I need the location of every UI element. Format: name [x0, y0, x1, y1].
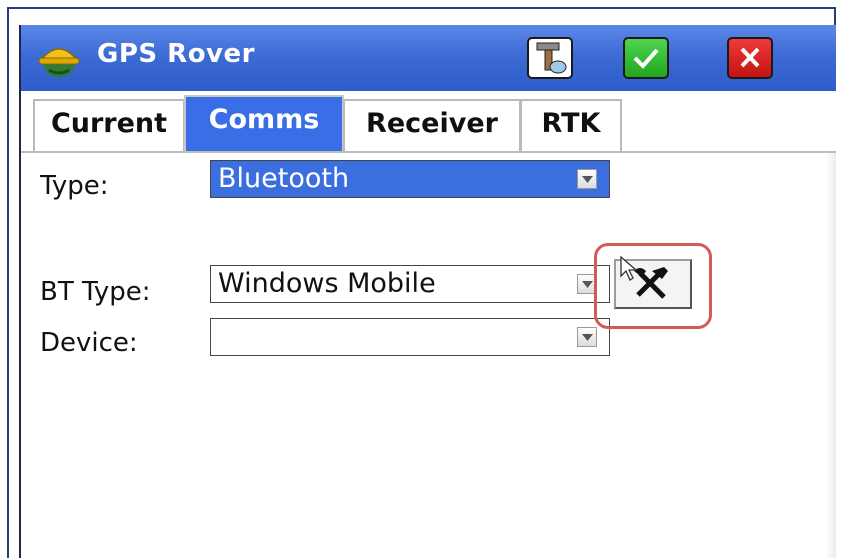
tab-divider	[21, 151, 836, 153]
window-edge	[826, 153, 836, 558]
type-value: Bluetooth	[218, 163, 350, 194]
type-label: Type:	[40, 171, 109, 201]
device-dropdown[interactable]	[210, 318, 610, 356]
chevron-down-icon[interactable]	[577, 169, 597, 189]
tool-button[interactable]	[527, 37, 573, 79]
tab-comms[interactable]: Comms	[184, 95, 344, 151]
hard-hat-icon	[37, 36, 81, 80]
mouse-cursor-icon	[620, 255, 640, 286]
bt-type-label: BT Type:	[40, 277, 151, 307]
tab-current[interactable]: Current	[33, 99, 185, 151]
window-title: GPS Rover	[97, 39, 255, 69]
title-bar: GPS Rover	[21, 25, 836, 91]
tab-strip: Current Comms Receiver RTK	[21, 91, 836, 153]
chevron-down-icon[interactable]	[577, 327, 597, 347]
bt-type-value: Windows Mobile	[218, 268, 436, 299]
ok-button[interactable]	[623, 37, 669, 79]
tab-rtk[interactable]: RTK	[520, 99, 622, 151]
highlight-ring	[594, 243, 712, 329]
tab-receiver[interactable]: Receiver	[343, 99, 521, 151]
close-icon	[729, 47, 771, 81]
bt-type-dropdown[interactable]: Windows Mobile	[210, 265, 610, 303]
cancel-button[interactable]	[727, 37, 773, 79]
device-label: Device:	[40, 328, 138, 358]
type-dropdown[interactable]: Bluetooth	[210, 160, 610, 198]
check-icon	[625, 48, 667, 81]
survey-tool-icon	[529, 42, 571, 81]
